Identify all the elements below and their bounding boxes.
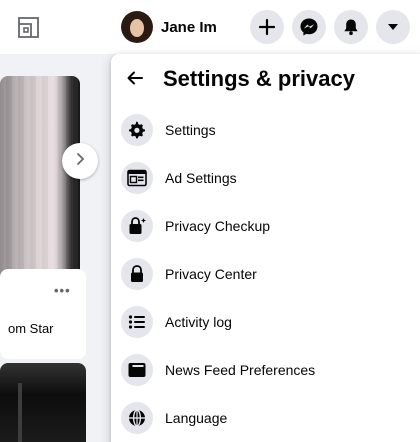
menu-header: Settings & privacy xyxy=(111,54,420,106)
menu-item-privacy-center[interactable]: Privacy Center xyxy=(111,250,420,298)
menu-item-label: Ad Settings xyxy=(165,170,237,186)
settings-privacy-menu: Settings & privacy Settings Ad Settings xyxy=(111,54,420,442)
ad-settings-icon xyxy=(121,162,153,194)
avatar xyxy=(121,11,153,43)
plus-icon xyxy=(259,19,275,35)
post-card: ••• om Star xyxy=(0,269,86,359)
menu-item-label: Settings xyxy=(165,122,216,138)
caret-down-icon xyxy=(386,22,400,32)
account-button[interactable] xyxy=(376,10,410,44)
more-options-icon[interactable]: ••• xyxy=(54,283,71,298)
menu-item-label: Activity log xyxy=(165,314,232,330)
post-snippet: om Star xyxy=(8,321,54,336)
gear-icon xyxy=(121,114,153,146)
chevron-right-icon xyxy=(74,152,86,171)
menu-item-label: Language xyxy=(165,410,228,426)
create-button[interactable] xyxy=(250,10,284,44)
menu-item-label: News Feed Preferences xyxy=(165,362,316,378)
profile-shortcut[interactable]: Jane Im xyxy=(117,9,227,45)
top-navigation-bar: Jane Im xyxy=(0,0,420,54)
menu-item-label: Privacy Checkup xyxy=(165,218,271,234)
lock-sparkle-icon xyxy=(121,210,153,242)
menu-item-label: Privacy Center xyxy=(165,266,257,282)
menu-item-language[interactable]: Language xyxy=(111,394,420,442)
feed-icon xyxy=(121,354,153,386)
notifications-button[interactable] xyxy=(334,10,368,44)
menu-item-settings[interactable]: Settings xyxy=(111,106,420,154)
back-button[interactable] xyxy=(119,64,151,96)
bell-icon xyxy=(342,18,360,36)
video-post-thumbnail[interactable] xyxy=(0,363,86,442)
messenger-icon xyxy=(299,17,319,37)
menu-item-privacy-checkup[interactable]: Privacy Checkup xyxy=(111,202,420,250)
page-title: Settings & privacy xyxy=(163,66,355,91)
menu-item-ad-settings[interactable]: Ad Settings xyxy=(111,154,420,202)
globe-icon xyxy=(121,402,153,434)
profile-name: Jane Im xyxy=(161,18,217,36)
messenger-button[interactable] xyxy=(292,10,326,44)
menu-item-activity-log[interactable]: Activity log xyxy=(111,298,420,346)
menu-item-news-feed-preferences[interactable]: News Feed Preferences xyxy=(111,346,420,394)
next-story-button[interactable] xyxy=(62,143,98,179)
lock-icon xyxy=(121,258,153,290)
arrow-left-icon xyxy=(127,71,143,90)
pages-icon[interactable] xyxy=(18,17,39,38)
list-icon xyxy=(121,306,153,338)
news-feed-background: ••• om Star xyxy=(0,54,111,442)
